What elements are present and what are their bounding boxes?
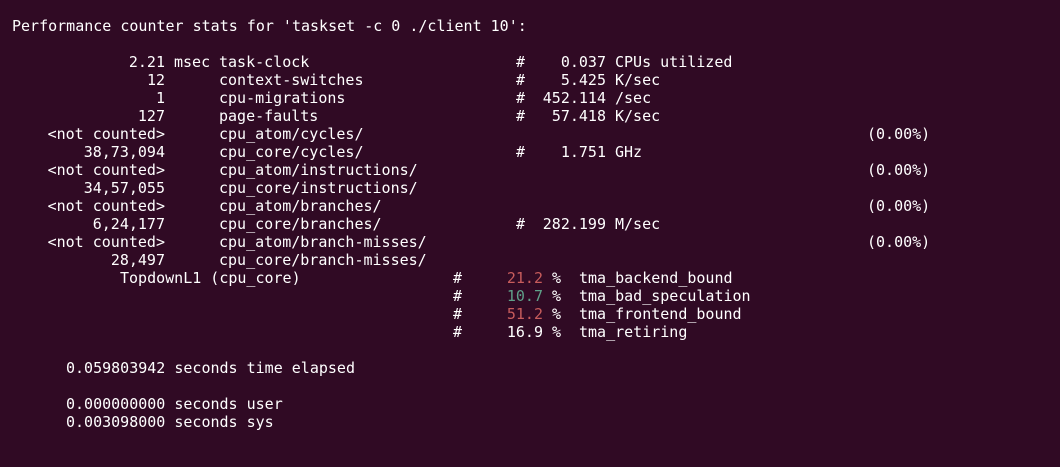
time-sys: 0.003098000 seconds sys	[66, 413, 274, 431]
stat-row: <not counted> cpu_atom/branch-misses/ (0.0…	[0, 233, 1060, 251]
stat-row: 28,497 cpu_core/branch-misses/	[0, 251, 1060, 269]
topdown-value: 16.9	[506, 323, 543, 341]
stat-metric-unit: /sec	[615, 89, 652, 107]
stat-metric-value: 0.037	[560, 53, 606, 71]
stat-value: <not counted>	[47, 197, 165, 215]
time-elapsed: 0.059803942 seconds time elapsed	[66, 359, 355, 377]
stat-row: 38,73,094 cpu_core/cycles/ #1.751 GHz	[0, 143, 1060, 161]
stat-value: <not counted>	[47, 125, 165, 143]
topdown-value: 21.2	[506, 269, 543, 287]
topdown-metric: tma_bad_speculation	[579, 287, 751, 305]
topdown-hash: #	[453, 287, 463, 305]
stat-percentage: (0.00%)	[867, 161, 931, 179]
topdown-percent-sign: %	[552, 269, 562, 287]
stat-percentage: (0.00%)	[867, 125, 931, 143]
stat-row: <not counted> cpu_atom/cycles/ (0.00%)	[0, 125, 1060, 143]
topdown-hash: #	[453, 305, 463, 323]
stat-value: <not counted>	[47, 161, 165, 179]
topdown-row: #16.9% tma_retiring	[0, 323, 1060, 341]
stat-hash: #	[516, 53, 526, 71]
stat-event: task-clock	[219, 53, 310, 71]
stat-metric-unit: CPUs utilized	[615, 53, 733, 71]
stat-row: 6,24,177 cpu_core/branches/ #282.199 M/sec	[0, 215, 1060, 233]
stat-row: 1 cpu-migrations #452.114/sec	[0, 89, 1060, 107]
stat-event: cpu_core/cycles/	[219, 143, 364, 161]
topdown-metric: tma_retiring	[579, 323, 688, 341]
stat-row: 2.21 msec task-clock #0.037 CPUs utilized	[0, 53, 1060, 71]
stat-metric-value: 57.418	[551, 107, 606, 125]
stat-event: cpu_core/branches/	[219, 215, 382, 233]
stat-event: cpu_atom/instructions/	[219, 161, 418, 179]
topdown-metric: tma_backend_bound	[579, 269, 733, 287]
stat-event: cpu_atom/branch-misses/	[219, 233, 427, 251]
perf-header-line: Performance counter stats for 'taskset -…	[0, 17, 527, 35]
stat-row: <not counted> cpu_atom/instructions/ (0.00…	[0, 161, 1060, 179]
stat-event: cpu_core/branch-misses/	[219, 251, 427, 269]
stat-hash: #	[516, 143, 526, 161]
stat-value: 34,57,055	[83, 179, 165, 197]
stat-row: <not counted> cpu_atom/branches/ (0.00%)	[0, 197, 1060, 215]
topdown-row: #10.7% tma_bad_speculation	[0, 287, 1060, 305]
terminal-window[interactable]: Performance counter stats for 'taskset -…	[0, 0, 1060, 459]
stat-metric-value: 1.751	[560, 143, 606, 161]
stat-hash: #	[516, 215, 526, 233]
topdown-value: 51.2	[506, 305, 543, 323]
topdown-metric: tma_frontend_bound	[579, 305, 742, 323]
time-sys-line: 0.003098000 seconds sys	[0, 413, 274, 431]
stat-value: 1	[155, 89, 165, 107]
stat-hash: #	[516, 89, 526, 107]
time-user: 0.000000000 seconds user	[66, 395, 283, 413]
topdown-percent-sign: %	[552, 287, 562, 305]
topdown-hash: #	[453, 323, 463, 341]
stat-metric-unit: GHz	[615, 143, 643, 161]
stat-value: 2.21	[128, 53, 165, 71]
stat-value: 28,497	[110, 251, 165, 269]
stat-row: 127 page-faults #57.418 K/sec	[0, 107, 1060, 125]
stat-value: 12	[146, 71, 165, 89]
stat-metric-unit: K/sec	[615, 71, 661, 89]
stat-event: cpu-migrations	[219, 89, 346, 107]
topdown-row: #21.2% tma_backend_bound	[0, 269, 1060, 287]
stat-value: 6,24,177	[92, 215, 165, 233]
topdown-row: #51.2% tma_frontend_bound	[0, 305, 1060, 323]
stat-hash: #	[516, 71, 526, 89]
stat-row: 12 context-switches #5.425 K/sec	[0, 71, 1060, 89]
stat-metric-unit: K/sec	[615, 107, 661, 125]
stat-event: page-faults	[219, 107, 319, 125]
stat-event: cpu_atom/branches/	[219, 197, 382, 215]
topdown-hash: #	[453, 269, 463, 287]
stat-event: cpu_core/instructions/	[219, 179, 418, 197]
stat-event: cpu_atom/cycles/	[219, 125, 364, 143]
time-user-line: 0.000000000 seconds user	[0, 395, 283, 413]
stat-event: context-switches	[219, 71, 364, 89]
stat-value: 38,73,094	[83, 143, 165, 161]
stat-row: 34,57,055 cpu_core/instructions/	[0, 179, 1060, 197]
stat-hash: #	[516, 107, 526, 125]
topdown-percent-sign: %	[552, 323, 562, 341]
perf-header: Performance counter stats for 'taskset -…	[12, 17, 527, 35]
stat-metric-unit: M/sec	[615, 215, 661, 233]
stat-metric-value: 5.425	[560, 71, 606, 89]
stat-metric-value: 452.114	[542, 89, 606, 107]
stat-metric-value: 282.199	[542, 215, 606, 233]
stat-value: 127	[137, 107, 165, 125]
stat-percentage: (0.00%)	[867, 197, 931, 215]
topdown-value: 10.7	[506, 287, 543, 305]
stat-value: <not counted>	[47, 233, 165, 251]
time-elapsed-line: 0.059803942 seconds time elapsed	[0, 359, 355, 377]
stat-percentage: (0.00%)	[867, 233, 931, 251]
topdown-percent-sign: %	[552, 305, 562, 323]
stat-unit: msec	[174, 53, 211, 71]
